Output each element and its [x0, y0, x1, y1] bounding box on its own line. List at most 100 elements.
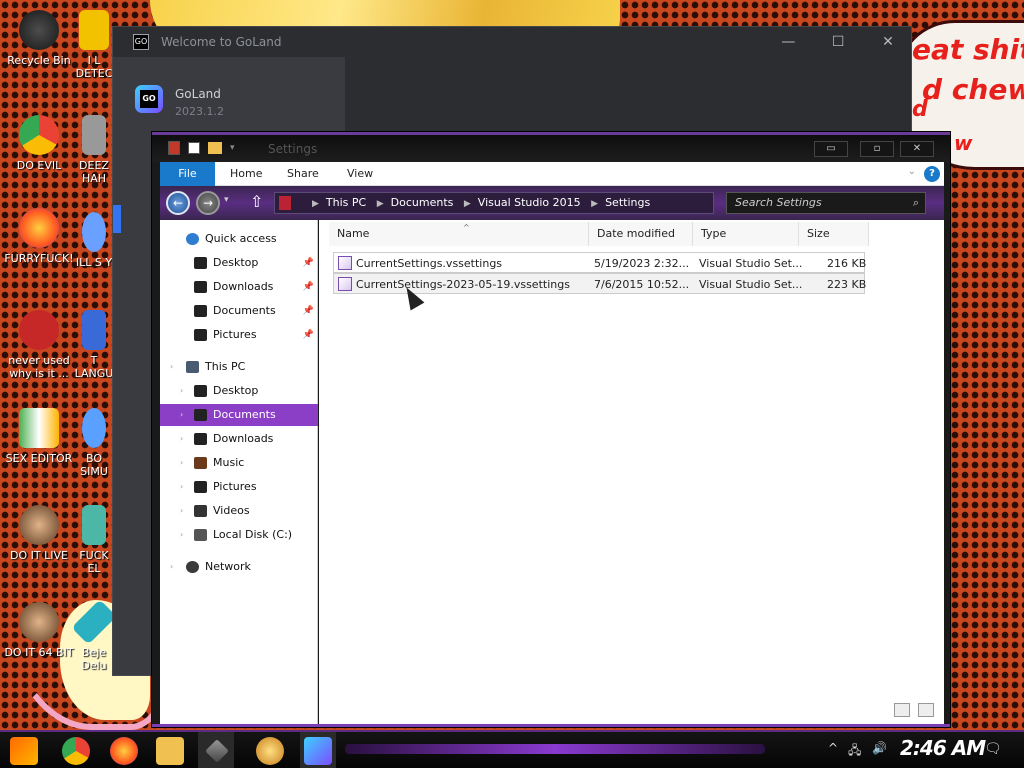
file-row[interactable]: CurrentSettings.vssettings 5/19/2023 2:3… [333, 252, 866, 273]
nav-pc-documents[interactable]: › Documents [160, 404, 318, 426]
nav-this-pc[interactable]: › This PC [160, 356, 318, 378]
desktop-icon-do-it-64[interactable]: DO IT 64 BIT [0, 602, 78, 659]
desktop-icon-col2-6[interactable]: FUCK EL [74, 505, 114, 575]
column-header-date-modified[interactable]: Date modified [589, 222, 693, 246]
goland-close-button[interactable]: ✕ [865, 27, 911, 57]
pin-icon[interactable]: 📌 [303, 324, 314, 346]
firefox-icon[interactable] [110, 737, 138, 765]
goland-maximize-button[interactable]: ☐ [815, 27, 861, 57]
desktop-icon-label: ILL S Y [75, 256, 113, 269]
recent-locations-chevron-icon[interactable]: ▾ [224, 195, 229, 205]
desktop-icon-firefox[interactable]: FURRYFUCK! [0, 208, 78, 265]
expand-chevron-icon[interactable]: › [180, 524, 183, 546]
network-tray-icon[interactable]: 🖧 [848, 741, 861, 762]
explorer-maximize-button[interactable]: ▫ [860, 141, 894, 157]
search-placeholder: Search Settings [735, 196, 822, 209]
breadcrumb-documents[interactable]: Documents [391, 196, 454, 209]
breadcrumb-visual-studio[interactable]: Visual Studio 2015 [478, 196, 581, 209]
nav-qa-downloads[interactable]: Downloads 📌 [160, 276, 318, 298]
nav-qa-desktop[interactable]: Desktop 📌 [160, 252, 318, 274]
pin-icon[interactable]: 📌 [303, 300, 314, 322]
paint-icon[interactable] [256, 737, 284, 765]
goland-titlebar[interactable]: GO Welcome to GoLand — ☐ ✕ [113, 27, 911, 57]
nav-pc-desktop[interactable]: › Desktop [160, 380, 318, 402]
expand-chevron-icon[interactable]: › [180, 476, 183, 498]
navigation-pane[interactable]: Quick access Desktop 📌 Downloads 📌 Docum… [160, 220, 318, 724]
tab-home[interactable]: Home [230, 162, 262, 186]
nav-quick-access[interactable]: Quick access [160, 228, 318, 250]
properties-icon[interactable] [188, 142, 200, 154]
tab-share[interactable]: Share [287, 162, 319, 186]
desktop-icon-col2-3[interactable]: ILL S Y [74, 212, 114, 269]
new-folder-icon[interactable] [208, 142, 222, 154]
ribbon-expand-chevron-icon[interactable]: ⌄ [908, 166, 916, 177]
desktop-icon-col2-5[interactable]: BO SIMU [74, 408, 114, 478]
large-icons-view-icon[interactable] [918, 703, 934, 717]
desktop-icon-recycle-bin[interactable]: Recycle Bin [0, 10, 78, 67]
breadcrumb-this-pc[interactable]: This PC [326, 196, 366, 209]
expand-chevron-icon[interactable]: › [180, 500, 183, 522]
explorer-icon[interactable] [156, 737, 184, 765]
breadcrumb-separator-icon[interactable]: ▶ [464, 199, 471, 209]
nav-qa-pictures[interactable]: Pictures 📌 [160, 324, 318, 346]
desktop-icon-devcpp[interactable]: never used why is it ... [0, 310, 78, 380]
show-hidden-icons-chevron-icon[interactable]: ^ [828, 741, 838, 755]
expand-chevron-icon[interactable]: › [170, 356, 173, 378]
goland-icon[interactable] [304, 737, 332, 765]
desktop-icon-col2-7[interactable]: Beje Delu [71, 599, 117, 672]
search-input[interactable]: Search Settings ⌕ [726, 192, 926, 214]
chrome-icon[interactable] [62, 737, 90, 765]
nav-pc-videos[interactable]: › Videos [160, 500, 318, 522]
qat-dropdown-icon[interactable]: ▾ [230, 143, 235, 153]
breadcrumb[interactable]: ▶ This PC ▶ Documents ▶ Visual Studio 2015 … [274, 192, 714, 214]
help-icon[interactable]: ? [924, 166, 940, 182]
file-explorer-window[interactable]: ▾ Settings ▭ ▫ ✕ File Home Share View ⌄ … [151, 131, 951, 728]
start-icon[interactable] [10, 737, 38, 765]
nav-qa-documents[interactable]: Documents 📌 [160, 300, 318, 322]
desktop-icon-do-it-live[interactable]: DO IT LIVE [0, 505, 78, 562]
details-view-icon[interactable] [894, 703, 911, 717]
nav-pc-music[interactable]: › Music [160, 452, 318, 474]
up-arrow-icon[interactable]: ⇧ [250, 192, 263, 211]
forward-button[interactable]: → [196, 191, 220, 215]
explorer-minimize-button[interactable]: ▭ [814, 141, 848, 157]
expand-chevron-icon[interactable]: › [180, 404, 183, 426]
drive-icon [194, 529, 207, 541]
breadcrumb-separator-icon[interactable]: ▶ [377, 199, 384, 209]
pin-icon[interactable]: 📌 [303, 276, 314, 298]
breadcrumb-separator-icon[interactable]: ▶ [591, 199, 598, 209]
goland-minimize-button[interactable]: — [765, 27, 811, 57]
volume-icon[interactable]: 🔊 [872, 741, 887, 755]
expand-chevron-icon[interactable]: › [180, 428, 183, 450]
tab-view[interactable]: View [347, 162, 373, 186]
expand-chevron-icon[interactable]: › [170, 556, 173, 578]
desktop-icon-col2-1[interactable]: I L DETEC [74, 10, 114, 80]
expand-chevron-icon[interactable]: › [180, 380, 183, 402]
goland-window-controls: — ☐ ✕ [765, 27, 911, 57]
desktop-icon-hxd[interactable]: SEX EDITOR [0, 408, 78, 465]
nav-pc-local-disk[interactable]: › Local Disk (C:) [160, 524, 318, 546]
desktop-icon-col2-4[interactable]: T LANGU [74, 310, 114, 380]
breadcrumb-separator-icon[interactable]: ▶ [312, 199, 319, 209]
desktop-icon-chrome[interactable]: DO EVIL [0, 115, 78, 172]
search-icon[interactable]: ⌕ [913, 193, 919, 213]
pictures-folder-icon [194, 481, 207, 493]
breadcrumb-settings[interactable]: Settings [605, 196, 650, 209]
notifications-icon[interactable]: 🗨 [984, 741, 1002, 757]
nav-pc-pictures[interactable]: › Pictures [160, 476, 318, 498]
back-button[interactable]: ← [166, 191, 190, 215]
tab-file[interactable]: File [160, 162, 215, 186]
desktop-icon-col2-2[interactable]: DEEZ HAH [74, 115, 114, 185]
nav-network[interactable]: › Network [160, 556, 318, 578]
taskbar-clock[interactable]: 2:46 AM [900, 736, 986, 760]
explorer-titlebar[interactable]: ▾ Settings ▭ ▫ ✕ [152, 132, 950, 162]
column-header-name[interactable]: Name ^ [329, 222, 589, 246]
expand-chevron-icon[interactable]: › [180, 452, 183, 474]
pin-icon[interactable]: 📌 [303, 252, 314, 274]
network-icon [186, 561, 199, 573]
column-header-type[interactable]: Type [693, 222, 799, 246]
desktop-icon-label: FURRYFUCK! [4, 252, 74, 265]
explorer-close-button[interactable]: ✕ [900, 141, 934, 157]
column-header-size[interactable]: Size [799, 222, 869, 246]
nav-pc-downloads[interactable]: › Downloads [160, 428, 318, 450]
